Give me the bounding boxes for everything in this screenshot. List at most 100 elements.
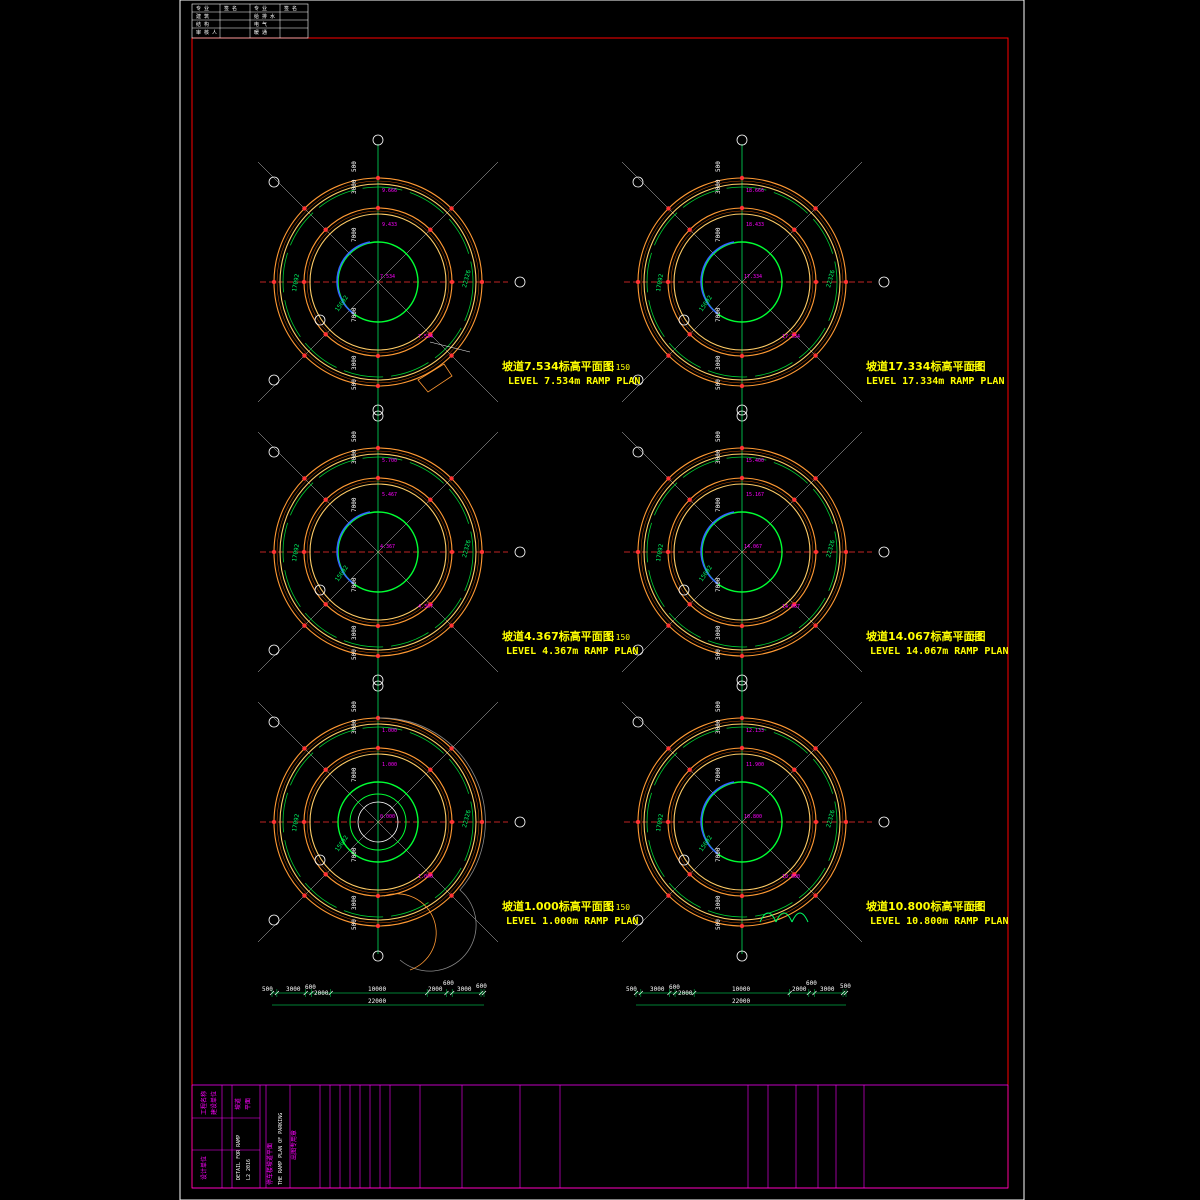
caption-p4367: 坡道4.367标高平面图 1:150 LEVEL 4.367m RAMP PLA… xyxy=(502,629,638,657)
column-marker xyxy=(301,279,307,285)
column-marker xyxy=(813,279,819,285)
elevation-upper: 1.000 xyxy=(382,762,397,768)
elevation-upper: 15.167 xyxy=(746,492,764,498)
radial-dim: 7000 xyxy=(715,497,722,512)
column-marker xyxy=(666,746,671,751)
column-marker xyxy=(449,819,455,825)
grid-bubble xyxy=(372,134,384,146)
caption-p17334: 坡道17.334标高平面图 1:150 LEVEL 17.334m RAMP P… xyxy=(866,359,1004,387)
scale-10800: 1:150 xyxy=(958,903,982,912)
column-marker xyxy=(449,623,454,628)
dim-right-total: 22000 xyxy=(732,998,750,1005)
caption-cn-4367: 坡道4.367标高平面图 xyxy=(502,629,614,643)
elevation-center: 7.534 xyxy=(380,274,395,280)
scale-7534: 1:150 xyxy=(606,363,630,372)
sig-row1-a: 建 筑 xyxy=(196,13,209,20)
dim-right-seg-5: 2000 xyxy=(792,986,807,993)
dim-right-seg-1: 3000 xyxy=(650,986,665,993)
column-marker xyxy=(739,445,745,451)
caption-cn-7534: 坡道7.534标高平面图 xyxy=(502,359,614,373)
grid-bubble xyxy=(268,716,280,728)
column-marker xyxy=(666,893,671,898)
arc-length-outer: 22326 xyxy=(461,539,473,559)
ramp-exit-stub xyxy=(417,363,453,393)
column-marker xyxy=(449,893,454,898)
caption-p7534: 坡道7.534标高平面图 1:150 LEVEL 7.534m RAMP PLA… xyxy=(502,359,640,387)
elevation-upper: 5.467 xyxy=(382,492,397,498)
column-marker xyxy=(739,383,745,389)
radial-dim: 500 xyxy=(351,161,358,172)
radial-dim: 3000 xyxy=(351,179,358,194)
dim-right-seg-0: 500 xyxy=(626,986,637,993)
column-marker xyxy=(739,745,745,751)
column-marker xyxy=(375,445,381,451)
radial-dim: 7000 xyxy=(351,307,358,322)
column-marker xyxy=(739,353,745,359)
tb-col3-b: L2 2016 xyxy=(246,1159,252,1180)
column-marker xyxy=(375,923,381,929)
elevation-center: 0.000 xyxy=(380,814,395,820)
column-marker xyxy=(375,475,381,481)
grid-bubble xyxy=(514,546,526,558)
column-marker xyxy=(739,923,745,929)
column-marker xyxy=(843,279,849,285)
arc-length-left: 17092 xyxy=(291,813,301,832)
elevation-center: 14.067 xyxy=(744,544,762,550)
radial-dim: 500 xyxy=(351,431,358,442)
radial-dim: 500 xyxy=(715,161,722,172)
arc-length-left: 17092 xyxy=(655,543,665,562)
column-marker xyxy=(792,497,797,502)
column-marker xyxy=(375,893,381,899)
arc-length-inner: 15692 xyxy=(698,564,714,583)
elevation-lower: 4.367 xyxy=(418,604,433,610)
column-marker xyxy=(302,353,307,358)
radial-dim: 500 xyxy=(351,379,358,390)
column-marker xyxy=(479,279,485,285)
caption-en-1000: LEVEL 1.000m RAMP PLAN xyxy=(506,916,638,927)
caption-en-14067: LEVEL 14.067m RAMP PLAN xyxy=(870,646,1008,657)
radial-dim: 7000 xyxy=(715,767,722,782)
column-marker xyxy=(271,279,277,285)
column-marker xyxy=(323,602,328,607)
column-marker xyxy=(635,279,641,285)
arc-length-outer: 22326 xyxy=(461,269,473,289)
column-marker xyxy=(813,476,818,481)
elevation-top: 1.000 xyxy=(382,728,397,734)
radial-dim: 500 xyxy=(715,649,722,660)
column-marker xyxy=(323,227,328,232)
column-marker xyxy=(739,623,745,629)
elevation-upper: 9.433 xyxy=(382,222,397,228)
sig-head-1: 专 业 xyxy=(196,5,209,12)
dim-right-seg-3: 2000 xyxy=(678,990,693,997)
column-marker xyxy=(479,549,485,555)
column-marker xyxy=(843,549,849,555)
column-marker xyxy=(375,383,381,389)
grid-bubble xyxy=(632,716,644,728)
grid-bubble xyxy=(268,644,280,656)
column-marker xyxy=(813,819,819,825)
dim-left-seg-5: 2000 xyxy=(428,986,443,993)
radial-dim: 3000 xyxy=(715,179,722,194)
column-marker xyxy=(665,819,671,825)
grid-bubble xyxy=(632,176,644,188)
dim-right-seg-7: 3000 xyxy=(820,986,835,993)
column-marker xyxy=(428,497,433,502)
column-marker xyxy=(323,872,328,877)
grid-bubble xyxy=(878,816,890,828)
dimension-right: 500 3000 600 2000 10000 2000 600 3000 50… xyxy=(626,980,851,1006)
tb-col2-b: 平面 xyxy=(245,1098,252,1110)
column-marker xyxy=(687,767,692,772)
radial-dim: 7000 xyxy=(351,227,358,242)
column-marker xyxy=(449,549,455,555)
tb-col3-a: DETAIL FOR RAMP xyxy=(236,1135,242,1180)
tb-col4-a: 停车楼坡道平面 xyxy=(266,1143,274,1185)
sig-head-2: 签 名 xyxy=(224,5,237,12)
radial-dim: 7000 xyxy=(351,847,358,862)
column-marker xyxy=(323,332,328,337)
column-marker xyxy=(687,227,692,232)
grid-bubble xyxy=(878,276,890,288)
column-marker xyxy=(739,653,745,659)
column-marker xyxy=(301,549,307,555)
plan-p17334: 18.666 18.433 17.334 17.334 500 3000 7000 7000 3… xyxy=(621,134,890,422)
column-marker xyxy=(449,476,454,481)
